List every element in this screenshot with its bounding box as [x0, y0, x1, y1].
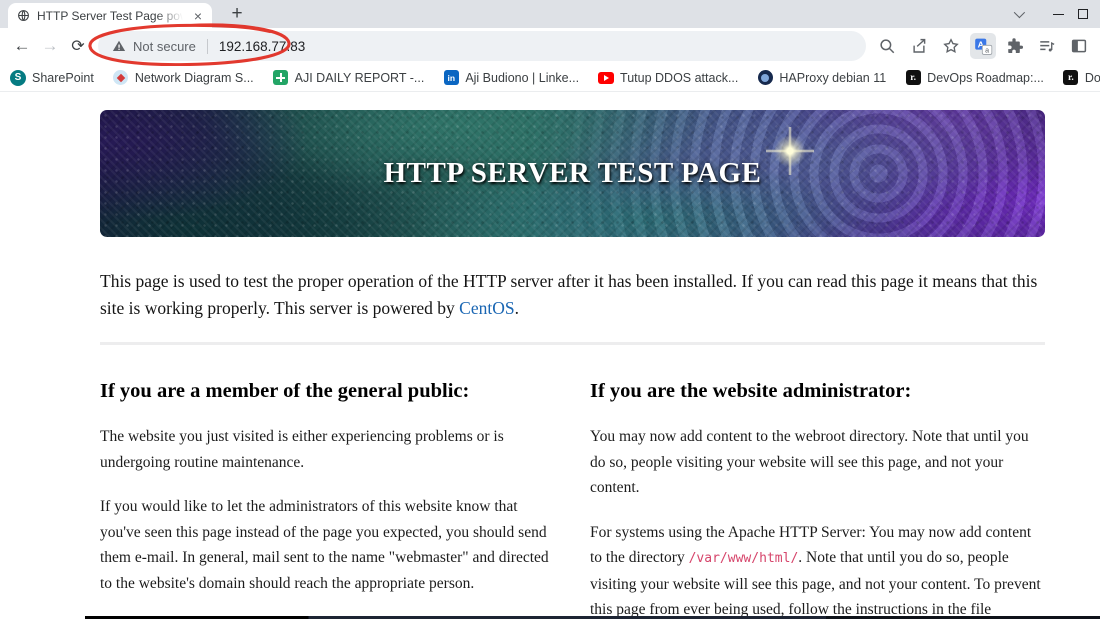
google-translate-icon[interactable]: A a: [970, 33, 996, 59]
tab-title: HTTP Server Test Page powered: [37, 8, 183, 23]
reload-button[interactable]: ⟳: [64, 32, 92, 60]
back-button[interactable]: ←: [8, 32, 36, 60]
forward-button[interactable]: →: [36, 32, 64, 60]
linkedin-icon: in: [443, 70, 459, 86]
svg-text:a: a: [985, 46, 989, 54]
roadmap-icon: r.: [905, 70, 921, 86]
paragraph: For systems using the Apache HTTP Server…: [590, 523, 1041, 619]
website-administrator-column: If you are the website administrator: Yo…: [590, 353, 1045, 619]
tab-strip: HTTP Server Test Page powered × +: [0, 0, 1100, 28]
maximize-button[interactable]: [1078, 0, 1100, 28]
new-tab-button[interactable]: +: [224, 1, 250, 27]
toolbar-actions: A a: [874, 33, 1092, 59]
omnibox-divider: [206, 38, 208, 54]
intro-paragraph: This page is used to test the proper ope…: [100, 271, 1038, 318]
url-text: 192.168.77.83: [218, 38, 306, 54]
bookmark-haproxy[interactable]: HAProxy debian 11: [757, 70, 886, 86]
banner-image: HTTP SERVER TEST PAGE: [100, 110, 1045, 237]
section-divider: [100, 342, 1045, 345]
two-column-section: If you are a member of the general publi…: [100, 353, 1045, 619]
webpage-content: HTTP SERVER TEST PAGE This page is used …: [0, 92, 1100, 619]
bookmark-star-icon[interactable]: [938, 33, 964, 59]
minimize-button[interactable]: [1038, 0, 1078, 28]
bookmark-aji-daily-report[interactable]: AJI DAILY REPORT -...: [273, 70, 424, 86]
window-controls: [998, 0, 1100, 28]
tab-http-server-test-page[interactable]: HTTP Server Test Page powered ×: [8, 3, 212, 28]
haproxy-icon: [757, 70, 773, 86]
bookmarks-bar: S SharePoint Network Diagram S... AJI DA…: [0, 64, 1100, 92]
bookmark-devops-roadmap[interactable]: r. DevOps Roadmap:...: [905, 70, 1044, 86]
website-administrator-heading: If you are the website administrator:: [590, 380, 912, 402]
sharepoint-icon: S: [10, 69, 26, 86]
page-title: HTTP SERVER TEST PAGE: [383, 157, 762, 189]
youtube-icon: [598, 70, 615, 86]
bookmark-network-diagram[interactable]: Network Diagram S...: [113, 70, 254, 86]
centos-link[interactable]: CentOS: [459, 298, 514, 318]
extensions-puzzle-icon[interactable]: [1002, 33, 1028, 59]
general-public-heading: If you are a member of the general publi…: [100, 380, 470, 402]
roadmap-icon: r.: [1063, 70, 1079, 86]
tab-search-chevron-icon[interactable]: [998, 0, 1038, 28]
bookmark-linkedin[interactable]: in Aji Budiono | Linke...: [443, 70, 579, 86]
paragraph: If you would like to let the administrat…: [100, 498, 549, 592]
sheets-icon: [273, 70, 289, 86]
address-bar[interactable]: Not secure 192.168.77.83: [98, 31, 866, 61]
share-icon[interactable]: [906, 33, 932, 59]
globe-favicon-icon: [18, 10, 29, 21]
security-status-label[interactable]: Not secure: [133, 39, 196, 54]
paragraph: You may now add content to the webroot d…: [590, 428, 1029, 496]
media-queue-icon[interactable]: [1034, 33, 1060, 59]
not-secure-warning-icon: [112, 40, 126, 51]
bookmark-sharepoint[interactable]: S SharePoint: [10, 69, 94, 86]
paragraph: The website you just visited is either e…: [100, 428, 504, 471]
browser-window: HTTP Server Test Page powered × + ← → ⟳ …: [0, 0, 1100, 619]
side-panel-icon[interactable]: [1066, 33, 1092, 59]
browser-toolbar: ← → ⟳ Not secure 192.168.77.83 A a: [0, 28, 1100, 64]
general-public-column: If you are a member of the general publi…: [100, 353, 562, 619]
network-diagram-icon: [113, 70, 129, 86]
bookmark-docker-roadmap[interactable]: r. Docker Roadmap -...: [1063, 70, 1100, 86]
bookmark-youtube[interactable]: Tutup DDOS attack...: [598, 70, 738, 86]
search-icon[interactable]: [874, 33, 900, 59]
tab-close-icon[interactable]: ×: [190, 8, 206, 24]
